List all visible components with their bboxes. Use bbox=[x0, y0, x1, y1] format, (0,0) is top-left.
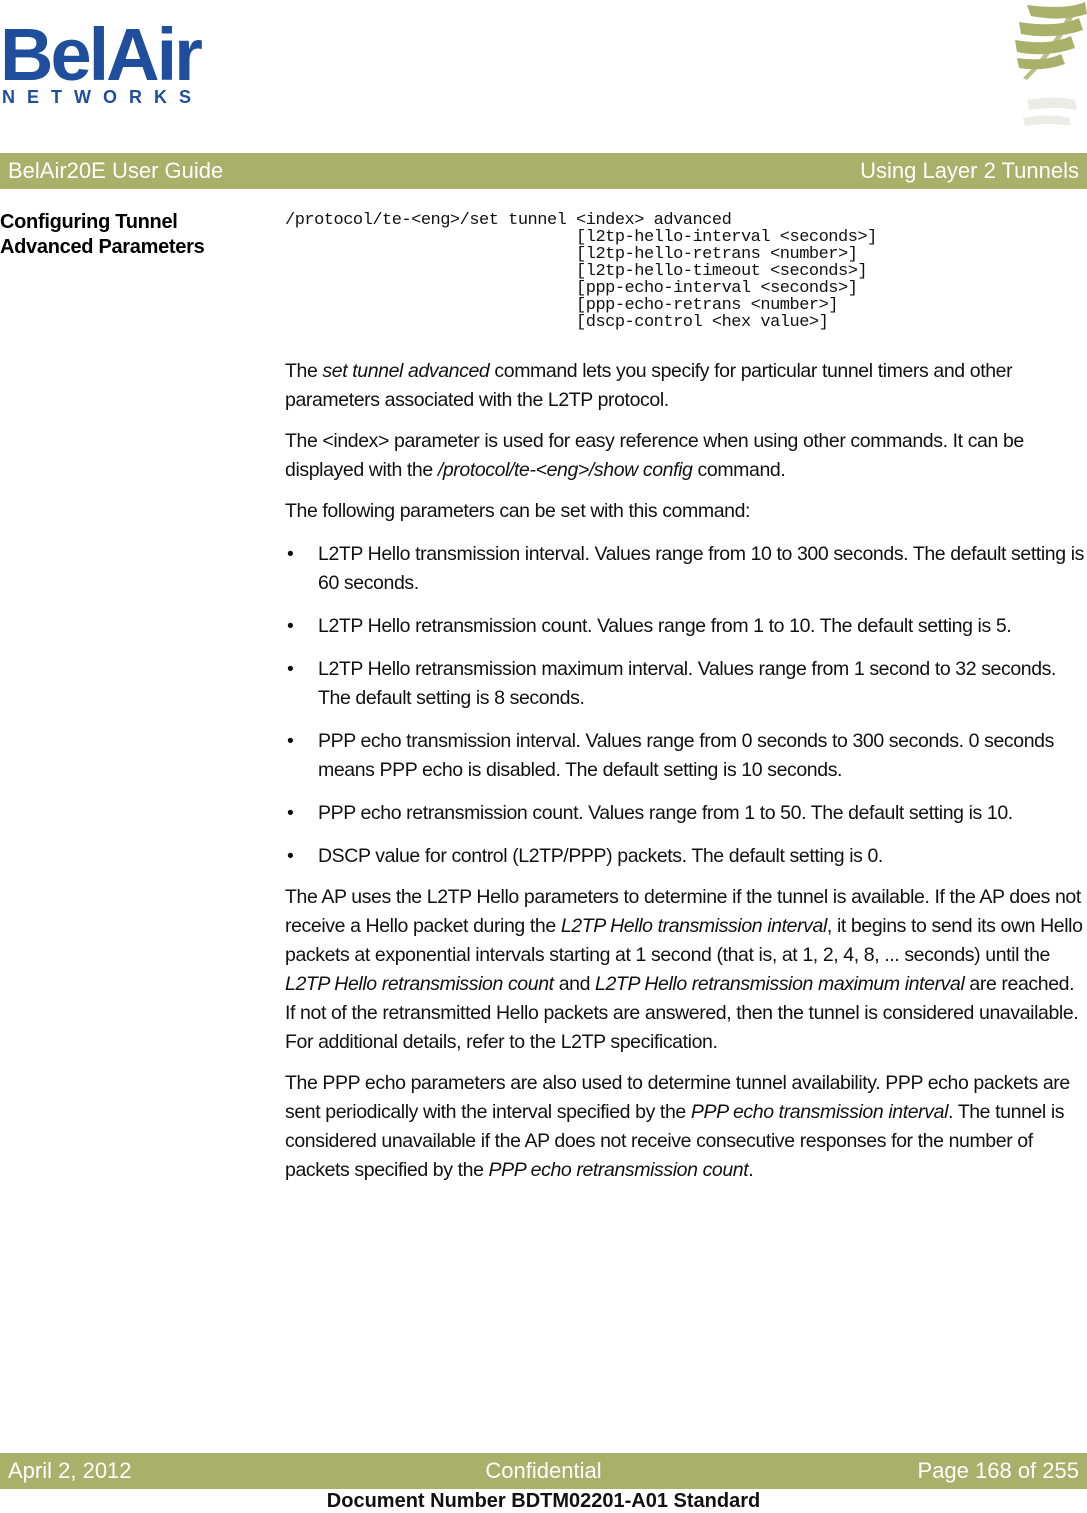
text: The bbox=[285, 360, 323, 382]
footer-bar: April 2, 2012 Confidential Page 168 of 2… bbox=[0, 1453, 1087, 1489]
bullet-icon: • bbox=[287, 802, 294, 824]
list-item-text: L2TP Hello retransmission count. Values … bbox=[318, 615, 1012, 637]
section-heading-line1: Configuring Tunnel bbox=[0, 211, 178, 233]
section-heading-line2: Advanced Parameters bbox=[0, 236, 205, 258]
italic-text: L2TP Hello transmission interval bbox=[560, 915, 827, 937]
italic-text: set tunnel advanced bbox=[322, 360, 490, 382]
command-syntax: /protocol/te-<eng>/set tunnel <index> ad… bbox=[285, 212, 1085, 331]
list-item: • L2TP Hello retransmission maximum inter… bbox=[285, 655, 1085, 713]
italic-text: PPP echo transmission interval bbox=[690, 1101, 949, 1123]
italic-text: L2TP Hello retransmission maximum interv… bbox=[595, 973, 965, 995]
list-item: • L2TP Hello transmission interval. Value… bbox=[285, 540, 1085, 598]
logo-subtitle: NETWORKS bbox=[2, 87, 203, 107]
text: command. bbox=[692, 459, 786, 481]
paragraph-ppp-echo: The PPP echo parameters are also used to… bbox=[285, 1069, 1085, 1185]
logo-wordmark: BelAir bbox=[0, 13, 203, 96]
text: . bbox=[748, 1159, 754, 1181]
bullet-icon: • bbox=[287, 730, 294, 752]
list-item-text: L2TP Hello transmission interval. Values… bbox=[318, 543, 1084, 594]
section-heading: Configuring Tunnel Advanced Parameters bbox=[0, 210, 260, 260]
list-item: • L2TP Hello retransmission count. Values… bbox=[285, 612, 1085, 641]
list-item: • PPP echo retransmission count. Values r… bbox=[285, 799, 1085, 828]
main-content: /protocol/te-<eng>/set tunnel <index> ad… bbox=[285, 212, 1085, 1185]
paragraph-parameters-intro: The following parameters can be set with… bbox=[285, 500, 751, 522]
header-bar: BelAir20E User Guide Using Layer 2 Tunne… bbox=[0, 153, 1087, 189]
italic-text: PPP echo retransmission count bbox=[488, 1159, 749, 1181]
swoosh-graphic-icon bbox=[1015, 2, 1087, 126]
text: and bbox=[553, 973, 596, 995]
list-item: • PPP echo transmission interval. Values … bbox=[285, 727, 1085, 785]
page-number: Page 168 of 255 bbox=[917, 1458, 1079, 1483]
bullet-icon: • bbox=[287, 615, 294, 637]
italic-text: /protocol/te-<eng>/show config bbox=[437, 459, 693, 481]
list-item-text: PPP echo retransmission count. Values ra… bbox=[318, 802, 1013, 824]
chapter-title: Using Layer 2 Tunnels bbox=[860, 158, 1079, 183]
belair-networks-logo: BelAir NETWORKS bbox=[0, 8, 203, 108]
list-item-text: L2TP Hello retransmission maximum interv… bbox=[318, 658, 1057, 709]
list-item: • DSCP value for control (L2TP/PPP) packe… bbox=[285, 842, 1085, 871]
bullet-icon: • bbox=[287, 658, 294, 680]
italic-text: L2TP Hello retransmission count bbox=[285, 973, 554, 995]
parameter-list: • L2TP Hello transmission interval. Value… bbox=[285, 540, 1085, 871]
paragraph-index: The <index> parameter is used for easy r… bbox=[285, 427, 1085, 485]
document-number: Document Number BDTM02201-A01 Standard bbox=[326, 1490, 761, 1512]
list-item-text: DSCP value for control (L2TP/PPP) packet… bbox=[318, 845, 883, 867]
command-line: [dscp-control <hex value>] bbox=[285, 313, 829, 332]
paragraph-l2tp-hello: The AP uses the L2TP Hello parameters to… bbox=[285, 883, 1085, 1057]
paragraph-intro: The set tunnel advanced command lets you… bbox=[285, 357, 1085, 415]
guide-title: BelAir20E User Guide bbox=[8, 158, 224, 183]
bullet-icon: • bbox=[287, 543, 294, 565]
bullet-icon: • bbox=[287, 845, 294, 867]
list-item-text: PPP echo transmission interval. Values r… bbox=[318, 730, 1054, 781]
